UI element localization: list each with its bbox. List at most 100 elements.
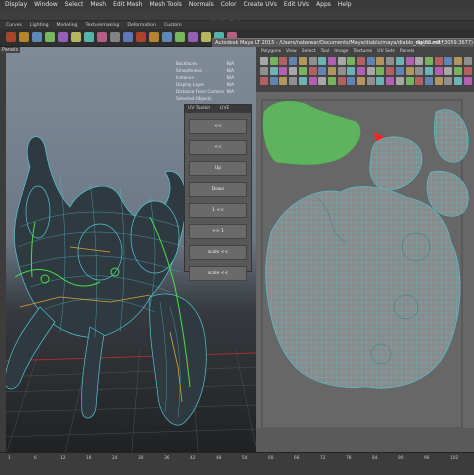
uv-tool-icon[interactable] <box>463 77 472 85</box>
uv-tool-icon[interactable] <box>308 67 317 75</box>
uv-toolkit-button[interactable]: Down <box>189 182 247 197</box>
uv-tool-icon[interactable] <box>318 77 327 85</box>
uv-tool-icon[interactable] <box>434 67 443 75</box>
uv-tool-icon[interactable] <box>318 57 327 65</box>
uv-tool-icon[interactable] <box>395 77 404 85</box>
uv-toolkit-button[interactable]: << <box>189 119 247 134</box>
uv-tool-icon[interactable] <box>434 57 443 65</box>
uv-tool-icon[interactable] <box>279 77 288 85</box>
uv-tool-icon[interactable] <box>424 57 433 65</box>
uv-tool-icon[interactable] <box>260 57 268 65</box>
uv-tool-icon[interactable] <box>298 57 307 65</box>
uv-tool-icon[interactable] <box>415 67 424 75</box>
uv-tool-icon[interactable] <box>327 67 336 75</box>
uv-tool-icon[interactable] <box>366 77 375 85</box>
uv-tool-icon[interactable] <box>357 57 365 65</box>
menu-select[interactable]: Select <box>65 1 84 8</box>
uv-tool-icon[interactable] <box>260 77 268 85</box>
uv-tool-icon[interactable] <box>357 67 365 75</box>
uv-tool-icon[interactable] <box>260 67 268 75</box>
uv-tool-icon[interactable] <box>279 57 288 65</box>
shelf-tool-icon[interactable] <box>136 32 146 42</box>
uv-tool-icon[interactable] <box>405 57 414 65</box>
menu-display[interactable]: Display <box>5 1 27 8</box>
uv-tool-icon[interactable] <box>444 57 453 65</box>
uv-menu-tool[interactable]: Tool <box>321 49 330 54</box>
uv-tool-icon[interactable] <box>366 67 375 75</box>
uv-tool-icon[interactable] <box>415 77 424 85</box>
uv-tool-icon[interactable] <box>327 77 336 85</box>
uv-tool-icon[interactable] <box>347 77 356 85</box>
uv-toolkit-button[interactable]: >> 1 <box>189 224 247 239</box>
uv-tool-icon[interactable] <box>386 77 395 85</box>
shelf-tab-modeling[interactable]: Modeling <box>57 23 78 28</box>
time-slider[interactable]: 1 6 12 18 24 30 36 42 48 54 60 66 72 78 84 90 96 102 <box>0 452 474 475</box>
uv-tool-icon[interactable] <box>424 77 433 85</box>
shelf-tab-lighting[interactable]: Lighting <box>30 23 49 28</box>
shelf-tool-icon[interactable] <box>188 32 198 42</box>
uv-menu-select[interactable]: Select <box>302 49 316 54</box>
uv-tool-icon[interactable] <box>434 77 443 85</box>
left-toolbox[interactable] <box>0 47 6 474</box>
uv-tool-icon[interactable] <box>386 57 395 65</box>
uv-tool-icon[interactable] <box>318 67 327 75</box>
uv-tool-icon[interactable] <box>395 57 404 65</box>
uv-tool-icon[interactable] <box>337 67 346 75</box>
shelf-tool-icon[interactable] <box>45 32 55 42</box>
uv-tool-icon[interactable] <box>366 57 375 65</box>
menu-create-uvs[interactable]: Create UVs <box>243 1 276 8</box>
shelf-tool-icon[interactable] <box>201 32 211 42</box>
uv-tool-icon[interactable] <box>289 57 298 65</box>
menu-help[interactable]: Help <box>338 1 352 8</box>
uv-tool-icon[interactable] <box>454 57 462 65</box>
uv-menu-textures[interactable]: Textures <box>353 49 372 54</box>
uv-tool-icon[interactable] <box>327 57 336 65</box>
uv-tool-icon[interactable] <box>337 57 346 65</box>
shelf-tab-curves[interactable]: Curves <box>6 23 22 28</box>
uv-menu-image[interactable]: Image <box>334 49 348 54</box>
uv-tool-icon[interactable] <box>347 57 356 65</box>
uv-toolkit-button[interactable]: 1 << <box>189 203 247 218</box>
uv-tool-icon[interactable] <box>376 57 385 65</box>
uv-tool-icon[interactable] <box>444 77 453 85</box>
uv-toolkit-button[interactable]: << <box>189 140 247 155</box>
shelf-tool-icon[interactable] <box>149 32 159 42</box>
shelf-tool-icon[interactable] <box>110 32 120 42</box>
uv-tool-icon[interactable] <box>357 77 365 85</box>
uv-tool-icon[interactable] <box>463 57 472 65</box>
uv-tool-icon[interactable] <box>386 67 395 75</box>
menu-mesh-tools[interactable]: Mesh Tools <box>149 1 181 8</box>
uv-tool-icon[interactable] <box>308 77 317 85</box>
uv-toolkit-button[interactable]: Up <box>189 161 247 176</box>
uv-tool-icon[interactable] <box>289 77 298 85</box>
uv-tool-icon[interactable] <box>463 67 472 75</box>
uv-toolkit-button[interactable]: scale << <box>189 245 247 260</box>
uv-tool-icon[interactable] <box>405 77 414 85</box>
shelf-tab-texturemaking[interactable]: Texturemaking <box>85 23 119 28</box>
shelf-tool-icon[interactable] <box>162 32 172 42</box>
uv-tool-icon[interactable] <box>376 77 385 85</box>
menu-mesh[interactable]: Mesh <box>90 1 106 8</box>
uv-tool-icon[interactable] <box>269 77 278 85</box>
shelf-tool-icon[interactable] <box>19 32 29 42</box>
uv-toolkit-button[interactable]: scale << <box>189 266 247 281</box>
uv-tool-icon[interactable] <box>424 67 433 75</box>
uv-tool-icon[interactable] <box>269 57 278 65</box>
uv-tool-icon[interactable] <box>279 67 288 75</box>
shelf-tool-icon[interactable] <box>97 32 107 42</box>
uv-tool-icon[interactable] <box>298 67 307 75</box>
shelf-tool-icon[interactable] <box>175 32 185 42</box>
shelf-tab-deformation[interactable]: Deformation <box>127 23 156 28</box>
uv-menu-uv-sets[interactable]: UV Sets <box>377 49 395 54</box>
uv-tool-icon[interactable] <box>337 77 346 85</box>
shelf-tool-icon[interactable] <box>123 32 133 42</box>
uv-tool-icon[interactable] <box>376 67 385 75</box>
shelf-tool-icon[interactable] <box>58 32 68 42</box>
shelf-tool-icon[interactable] <box>84 32 94 42</box>
uv-tool-icon[interactable] <box>347 67 356 75</box>
uv-tool-icon[interactable] <box>454 77 462 85</box>
uv-tool-icon[interactable] <box>289 67 298 75</box>
uv-menu-view[interactable]: View <box>286 49 297 54</box>
menu-color[interactable]: Color <box>221 1 237 8</box>
uv-tool-icon[interactable] <box>444 67 453 75</box>
